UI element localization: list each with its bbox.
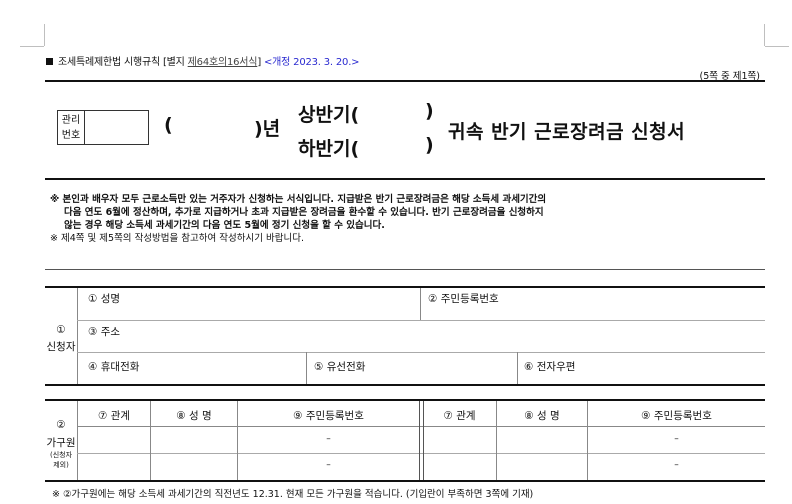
crop-mark-left-h: [20, 46, 44, 47]
bracket-close: ]: [257, 57, 262, 68]
col-header-rrn-left: ⑨ 주민등록번호: [293, 410, 364, 422]
household-section-sub2: 제외): [53, 461, 69, 469]
rrn-field-label: ② 주민등록번호: [428, 293, 499, 305]
applicant-row-line-1: [77, 320, 765, 321]
address-field-label: ③ 주소: [88, 326, 121, 338]
note-line-2: 다음 연도 6월에 정산하며, 추가로 지급하거나 초과 지급받은 장려금을 환…: [64, 207, 544, 218]
applicant-section-no: ①: [56, 324, 66, 336]
household-section-sub1: (신청자: [49, 451, 73, 459]
rrn-dash-right-1: –: [674, 434, 679, 444]
col-header-name-left: ⑧ 성 명: [176, 410, 212, 422]
management-label-line2: 번호: [61, 130, 81, 141]
col-header-relation-right: ⑦ 관계: [443, 410, 476, 422]
rrn-dash-left-1: –: [326, 434, 331, 444]
note-line-1: ※ 본인과 배우자 모두 근로소득만 있는 거주자가 신청하는 서식입니다. 지…: [50, 194, 547, 205]
household-bottom-rule: [45, 480, 765, 482]
email-field-label: ⑥ 전자우편: [524, 361, 576, 373]
form-title: 귀속 반기 근로장려금 신청서: [448, 121, 686, 143]
title-close-2: ): [425, 134, 434, 156]
household-top-rule: [45, 399, 765, 401]
applicant-label-divider: [77, 288, 78, 384]
name-field-label: ① 성명: [88, 293, 121, 305]
applicant-bottom-rule: [45, 384, 765, 386]
crop-mark-right-v: [764, 24, 765, 46]
col-header-name-right: ⑧ 성 명: [524, 410, 560, 422]
title-bottom-rule: [45, 178, 765, 180]
title-top-rule: [45, 80, 765, 82]
notes-bottom-rule: [45, 269, 765, 270]
household-section-label: 가구원: [46, 437, 76, 449]
title-close-1: ): [425, 100, 434, 122]
rrn-dash-left-2: –: [326, 460, 331, 470]
management-number-label: 관리 번호: [58, 111, 85, 144]
applicant-col-divider-email: [517, 352, 518, 384]
note-line-4: ※ 제4쪽 및 제5쪽의 작성방법을 참고하여 작성하시기 바랍니다.: [50, 233, 304, 244]
square-bullet-icon: [46, 58, 53, 65]
management-label-line1: 관리: [61, 115, 81, 126]
applicant-col-divider-rrn: [420, 288, 421, 320]
applicant-row-line-2: [77, 352, 765, 353]
title-second-half: 하반기(: [298, 138, 360, 160]
household-footnote: ※ ②가구원에는 해당 소득세 과세기간의 직전년도 12.31. 현재 모든 …: [52, 489, 534, 500]
mobile-field-label: ④ 휴대전화: [88, 361, 140, 373]
title-first-half: 상반기(: [298, 104, 360, 126]
applicant-col-divider-phone: [306, 352, 307, 384]
crop-mark-right-h: [765, 46, 789, 47]
law-name: 조세특례제한법 시행규칙 [별지: [58, 57, 185, 68]
applicant-top-rule: [45, 286, 765, 288]
form-number: 제64호의16서식: [187, 57, 258, 68]
title-paren-open: (: [164, 114, 173, 136]
revision-date: <개정 2023. 3. 20.>: [264, 57, 360, 68]
rrn-dash-right-2: –: [674, 460, 679, 470]
form-header: 조세특례제한법 시행규칙 [별지 제64호의16서식] <개정 2023. 3.…: [46, 53, 360, 68]
note-line-3: 않는 경우 해당 소득세 과세기간의 다음 연도 5월에 정기 신청을 할 수 …: [64, 220, 385, 231]
applicant-section-label: 신청자: [46, 341, 76, 353]
crop-mark-left-v: [44, 24, 45, 46]
col-header-relation-left: ⑦ 관계: [97, 410, 131, 422]
instruction-notes: ※ 본인과 배우자 모두 근로소득만 있는 거주자가 신청하는 서식입니다. 지…: [50, 193, 762, 245]
household-section-no: ②: [56, 419, 66, 431]
management-number-box: 관리 번호: [57, 110, 149, 145]
col-header-rrn-right: ⑨ 주민등록번호: [641, 410, 712, 422]
phone-field-label: ⑤ 유선전화: [314, 361, 366, 373]
title-year-suffix: )년: [254, 118, 281, 140]
